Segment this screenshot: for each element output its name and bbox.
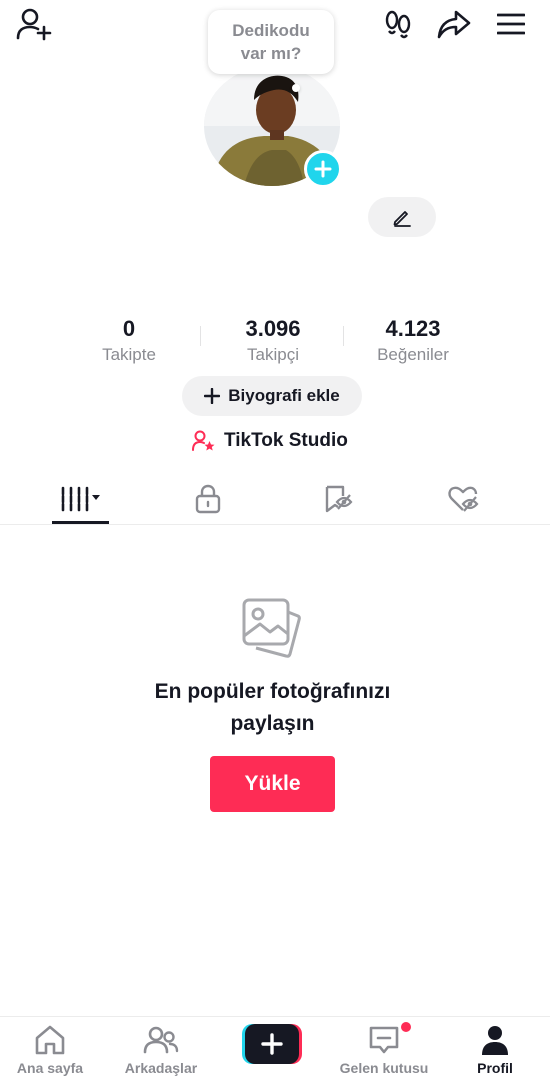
footprints-icon xyxy=(385,10,411,39)
add-story-button[interactable] xyxy=(304,150,342,188)
tab-reposts[interactable] xyxy=(282,474,394,524)
profile-icon xyxy=(482,1026,508,1055)
create-plus-icon xyxy=(242,1024,302,1064)
stat-label: Takipçi xyxy=(247,345,299,364)
tab-private[interactable] xyxy=(152,474,264,524)
bubble-tail xyxy=(292,84,300,92)
nav-profile[interactable]: Profil xyxy=(440,1024,550,1080)
bubble-line-1: Dedikodu xyxy=(232,21,310,40)
menu-icon xyxy=(497,13,525,35)
upload-label: Yükle xyxy=(244,772,301,795)
empty-title-line-2: paylaşın xyxy=(230,712,315,735)
nav-friends-label: Arkadaşlar xyxy=(124,1060,198,1076)
add-bio-label: Biyografi ekle xyxy=(228,386,340,405)
tab-videos[interactable] xyxy=(24,474,136,524)
add-friend-button[interactable] xyxy=(12,4,56,44)
stat-divider xyxy=(200,326,201,346)
add-bio-button[interactable]: Biyografi ekle xyxy=(182,376,362,416)
thought-bubble[interactable]: Dedikodu var mı? xyxy=(208,10,334,74)
liked-icon xyxy=(448,486,479,512)
stat-label: Takipte xyxy=(102,345,156,364)
stat-following[interactable]: 0 Takipte xyxy=(74,314,184,366)
create-button[interactable] xyxy=(242,1024,302,1064)
inbox-icon xyxy=(369,1026,399,1054)
nav-inbox-label: Gelen kutusu xyxy=(339,1060,429,1076)
nav-home-label: Ana sayfa xyxy=(16,1060,84,1076)
friends-icon xyxy=(143,1026,179,1054)
add-friend-icon xyxy=(16,8,52,41)
tab-liked[interactable] xyxy=(408,474,520,524)
studio-label: TikTok Studio xyxy=(224,430,348,451)
share-profile-button[interactable] xyxy=(432,4,476,44)
pencil-icon xyxy=(393,211,411,227)
plus-icon xyxy=(204,388,221,404)
home-icon xyxy=(35,1025,65,1055)
nav-home[interactable]: Ana sayfa xyxy=(0,1024,105,1080)
repost-icon xyxy=(325,485,353,513)
empty-state-title: En popüler fotoğrafınızı paylaşın xyxy=(100,676,445,740)
tiktok-studio-link[interactable]: TikTok Studio xyxy=(192,426,348,456)
stat-divider xyxy=(343,326,344,346)
nav-profile-label: Profil xyxy=(477,1060,513,1076)
bubble-line-2: var mı? xyxy=(240,44,302,63)
edit-profile-button[interactable] xyxy=(368,197,436,237)
tabs-divider xyxy=(0,524,550,525)
empty-title-line-1: En popüler fotoğrafınızı xyxy=(154,680,391,703)
stat-followers[interactable]: 3.096 Takipçi xyxy=(218,314,328,366)
plus-icon xyxy=(314,160,332,178)
nav-inbox[interactable]: Gelen kutusu xyxy=(329,1024,439,1080)
profile-views-button[interactable] xyxy=(378,4,418,44)
creator-star-icon xyxy=(192,430,215,451)
stat-value: 0 xyxy=(122,316,136,341)
notification-dot xyxy=(401,1022,411,1032)
stat-label: Beğeniler xyxy=(377,345,449,364)
share-icon xyxy=(437,10,471,39)
nav-friends[interactable]: Arkadaşlar xyxy=(106,1024,216,1080)
stat-value: 4.123 xyxy=(385,316,441,341)
stat-likes[interactable]: 4.123 Beğeniler xyxy=(358,314,468,366)
stat-value: 3.096 xyxy=(245,316,301,341)
menu-button[interactable] xyxy=(490,4,532,44)
upload-button[interactable]: Yükle xyxy=(210,756,335,812)
photos-icon xyxy=(236,594,306,664)
videos-grid-icon xyxy=(61,486,100,512)
lock-icon xyxy=(195,484,221,514)
